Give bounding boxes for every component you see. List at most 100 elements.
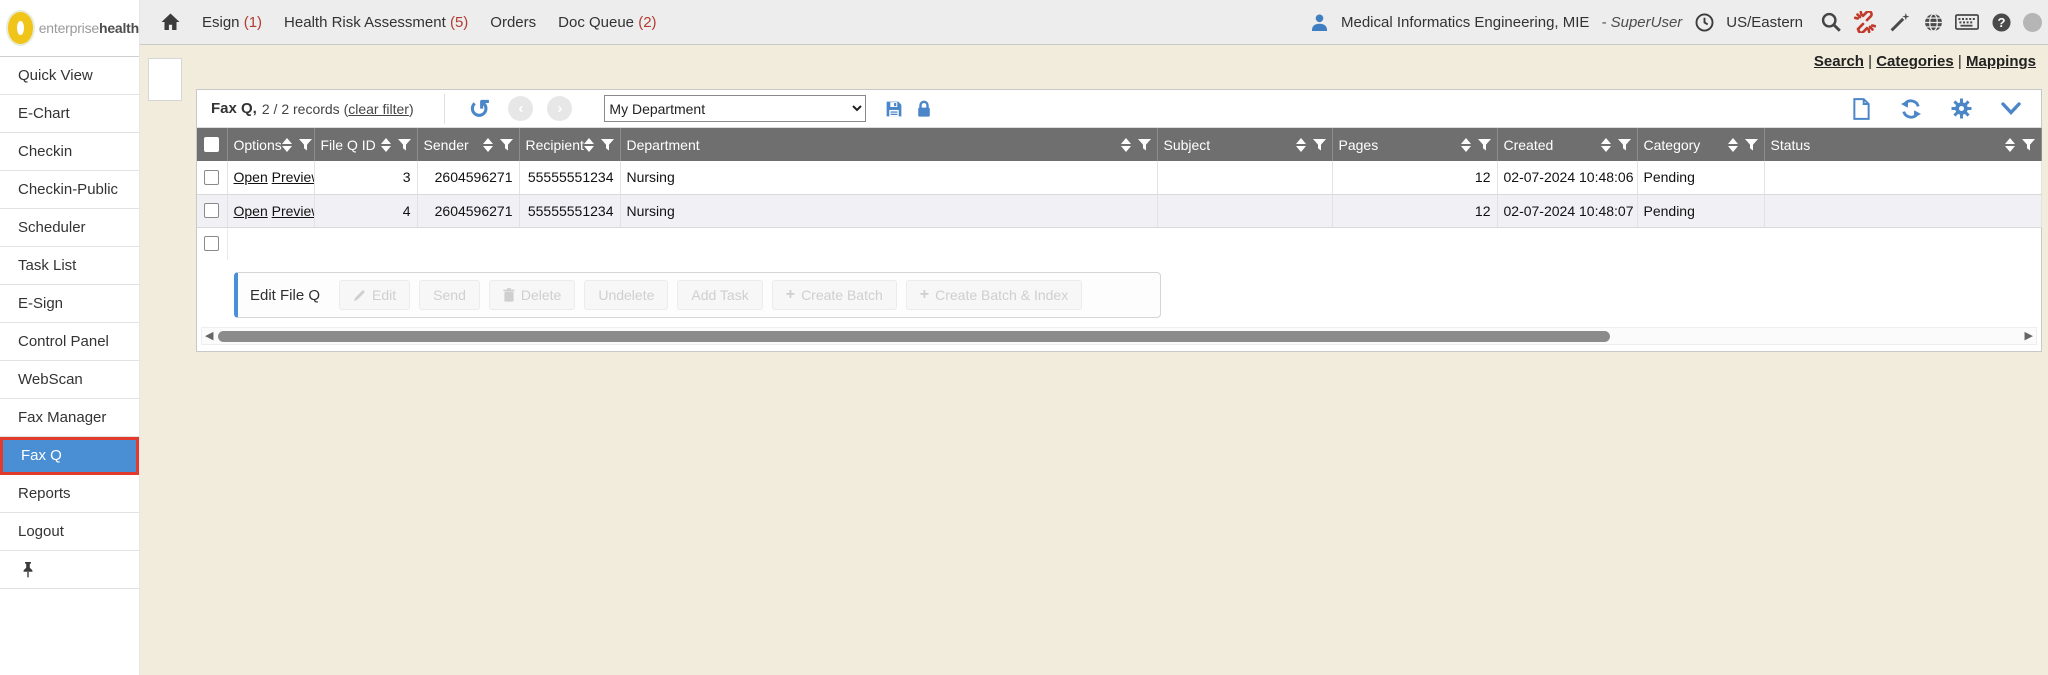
sidebar-item-scheduler[interactable]: Scheduler bbox=[0, 209, 139, 247]
sort-recipient-icon[interactable] bbox=[584, 138, 594, 152]
sidebar-item-logout[interactable]: Logout bbox=[0, 513, 139, 551]
undo-icon[interactable]: ↺ bbox=[469, 99, 491, 119]
row-2-department: Nursing bbox=[620, 194, 1157, 227]
search-icon[interactable] bbox=[1819, 10, 1843, 34]
filter-category-icon[interactable] bbox=[1745, 139, 1758, 151]
search-link[interactable]: Search bbox=[1814, 53, 1864, 70]
nav-hra-label: Health Risk Assessment bbox=[284, 14, 446, 31]
timezone-label[interactable]: US/Eastern bbox=[1726, 14, 1803, 31]
sidebar-item-reports[interactable]: Reports bbox=[0, 475, 139, 513]
row-1-created: 02-07-2024 10:48:06 bbox=[1497, 161, 1637, 194]
sidebar-item-e-chart[interactable]: E-Chart bbox=[0, 95, 139, 133]
sort-category-icon[interactable] bbox=[1728, 138, 1738, 152]
nav-doc-queue[interactable]: Doc Queue (2) bbox=[558, 14, 656, 31]
sort-pages-icon[interactable] bbox=[1461, 138, 1471, 152]
sidebar-item-task-list[interactable]: Task List bbox=[0, 247, 139, 285]
mappings-link[interactable]: Mappings bbox=[1966, 53, 2036, 70]
row-1-preview-link[interactable]: Preview bbox=[272, 169, 314, 185]
sort-file-q-id-icon[interactable] bbox=[381, 138, 391, 152]
svg-text:?: ? bbox=[1997, 15, 2005, 30]
plus-icon: + bbox=[786, 286, 795, 304]
nav-esign-count: (1) bbox=[244, 14, 262, 31]
main-content: Search | Categories | Mappings Fax Q, 2 … bbox=[140, 45, 2048, 675]
filter-pages-icon[interactable] bbox=[1478, 139, 1491, 151]
header-sender-label: Sender bbox=[424, 137, 469, 153]
help-icon[interactable]: ? bbox=[1989, 10, 2013, 34]
sort-created-icon[interactable] bbox=[1601, 138, 1611, 152]
sidebar-item-control-panel[interactable]: Control Panel bbox=[0, 323, 139, 361]
globe-icon[interactable] bbox=[1921, 10, 1945, 34]
filter-sender-icon[interactable] bbox=[500, 139, 513, 151]
sidebar-item-checkin-public[interactable]: Checkin-Public bbox=[0, 171, 139, 209]
toolbar-divider bbox=[444, 94, 445, 124]
row-2-checkbox[interactable] bbox=[204, 203, 219, 218]
record-count: 2 / 2 records (clear filter) bbox=[262, 101, 414, 117]
row-2-file-q-id: 4 bbox=[314, 194, 417, 227]
collapse-chevron-icon[interactable] bbox=[1999, 97, 2023, 121]
undelete-button[interactable]: Undelete bbox=[584, 280, 668, 310]
row-2-subject bbox=[1157, 194, 1332, 227]
broken-link-icon[interactable] bbox=[1853, 10, 1877, 34]
home-icon[interactable] bbox=[158, 10, 182, 34]
row-2-preview-link[interactable]: Preview bbox=[272, 203, 314, 219]
delete-button[interactable]: Delete bbox=[489, 280, 575, 310]
sidebar-item-checkin[interactable]: Checkin bbox=[0, 133, 139, 171]
row-2-checkbox-cell bbox=[197, 194, 227, 227]
row-1-open-link[interactable]: Open bbox=[234, 169, 268, 185]
filter-recipient-icon[interactable] bbox=[601, 139, 614, 151]
header-category: Category bbox=[1637, 128, 1764, 161]
panel-resize-handle[interactable] bbox=[148, 58, 182, 101]
row-2-options-cell: Open Preview bbox=[227, 194, 314, 227]
create-batch-button[interactable]: +Create Batch bbox=[772, 280, 897, 310]
row-3-checkbox[interactable] bbox=[204, 236, 219, 251]
sidebar-item-quick-view[interactable]: Quick View bbox=[0, 57, 139, 95]
row-2-sender: 2604596271 bbox=[417, 194, 519, 227]
sidebar-item-webscan[interactable]: WebScan bbox=[0, 361, 139, 399]
clear-filter-link[interactable]: clear filter bbox=[348, 101, 409, 117]
lock-icon[interactable] bbox=[912, 97, 936, 121]
gear-icon[interactable] bbox=[1949, 97, 1973, 121]
categories-link[interactable]: Categories bbox=[1876, 53, 1954, 70]
sort-options-icon[interactable] bbox=[282, 138, 292, 152]
sidebar-item-fax-manager[interactable]: Fax Manager bbox=[0, 399, 139, 437]
nav-health-risk-assessment[interactable]: Health Risk Assessment (5) bbox=[284, 14, 468, 31]
nav-orders[interactable]: Orders bbox=[490, 14, 536, 31]
filter-options-icon[interactable] bbox=[299, 139, 312, 151]
prev-page-icon[interactable]: ‹ bbox=[508, 96, 533, 121]
department-filter-select[interactable]: My Department bbox=[604, 95, 866, 122]
scrollbar-thumb[interactable] bbox=[218, 331, 1610, 342]
create-batch-index-button[interactable]: +Create Batch & Index bbox=[906, 280, 1082, 310]
send-button[interactable]: Send bbox=[419, 280, 480, 310]
pin-icon[interactable] bbox=[16, 558, 40, 582]
table-row: Open Preview 3 2604596271 55555551234 Nu… bbox=[197, 161, 2041, 194]
sidebar-item-e-sign[interactable]: E-Sign bbox=[0, 285, 139, 323]
select-all-checkbox[interactable] bbox=[204, 137, 219, 152]
filter-subject-icon[interactable] bbox=[1313, 139, 1326, 151]
scroll-left-arrow-icon[interactable]: ◀ bbox=[205, 329, 213, 344]
filter-file-q-id-icon[interactable] bbox=[398, 139, 411, 151]
new-document-icon[interactable] bbox=[1849, 97, 1873, 121]
scroll-right-arrow-icon[interactable]: ▶ bbox=[2025, 329, 2033, 344]
sidebar-item-fax-q[interactable]: Fax Q bbox=[0, 437, 139, 475]
filter-department-icon[interactable] bbox=[1138, 139, 1151, 151]
nav-esign[interactable]: Esign (1) bbox=[202, 14, 262, 31]
record-count-text: 2 / 2 records bbox=[262, 101, 340, 117]
wand-icon[interactable] bbox=[1887, 10, 1911, 34]
row-2-open-link[interactable]: Open bbox=[234, 203, 268, 219]
sort-sender-icon[interactable] bbox=[483, 138, 493, 152]
filter-created-icon[interactable] bbox=[1618, 139, 1631, 151]
row-1-recipient: 55555551234 bbox=[519, 161, 620, 194]
refresh-icon[interactable] bbox=[1899, 97, 1923, 121]
keyboard-icon[interactable] bbox=[1955, 10, 1979, 34]
sort-department-icon[interactable] bbox=[1121, 138, 1131, 152]
edit-button[interactable]: Edit bbox=[339, 280, 410, 310]
sort-subject-icon[interactable] bbox=[1296, 138, 1306, 152]
sort-status-icon[interactable] bbox=[2005, 138, 2015, 152]
add-task-button[interactable]: Add Task bbox=[677, 280, 762, 310]
next-page-icon[interactable]: › bbox=[547, 96, 572, 121]
save-filter-icon[interactable] bbox=[882, 97, 906, 121]
filter-status-icon[interactable] bbox=[2022, 139, 2035, 151]
nav-doc-queue-count: (2) bbox=[638, 14, 656, 31]
nav-hra-count: (5) bbox=[450, 14, 468, 31]
row-1-checkbox[interactable] bbox=[204, 170, 219, 185]
